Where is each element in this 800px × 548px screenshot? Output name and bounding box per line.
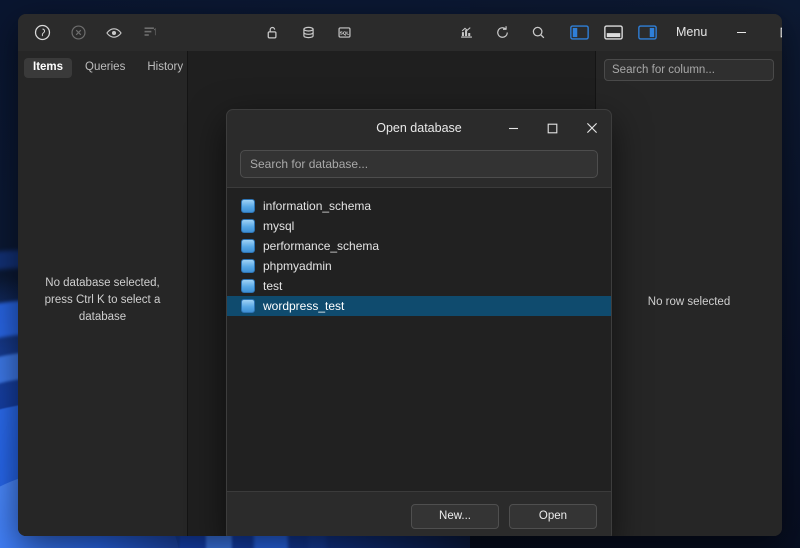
svg-text:SQL: SQL bbox=[339, 30, 349, 35]
disconnect-icon[interactable] bbox=[60, 18, 96, 48]
database-name: test bbox=[263, 279, 283, 293]
database-icon bbox=[241, 219, 255, 233]
dialog-footer: New... Open bbox=[227, 492, 611, 536]
titlebar: SQL Menu bbox=[18, 14, 782, 51]
dialog-minimize-button[interactable] bbox=[494, 110, 533, 146]
menu-button[interactable]: Menu bbox=[664, 14, 719, 51]
new-database-button[interactable]: New... bbox=[411, 503, 499, 529]
app-logo-icon[interactable] bbox=[24, 18, 60, 48]
open-database-button[interactable]: Open bbox=[509, 503, 597, 529]
database-list-item[interactable]: test bbox=[227, 276, 611, 296]
application-window: SQL Menu Items Queries History No databa… bbox=[18, 14, 782, 536]
window-body: Items Queries History No database select… bbox=[18, 51, 782, 536]
window-maximize-button[interactable] bbox=[763, 14, 782, 51]
left-sidebar: Items Queries History No database select… bbox=[18, 51, 188, 536]
sort-icon[interactable] bbox=[132, 18, 168, 48]
database-icon bbox=[241, 199, 255, 213]
toggle-bottom-panel-icon[interactable] bbox=[598, 20, 628, 46]
dialog-maximize-button[interactable] bbox=[533, 110, 572, 146]
database-icon bbox=[241, 259, 255, 273]
search-icon[interactable] bbox=[520, 18, 556, 48]
dialog-search-wrapper bbox=[227, 146, 611, 187]
database-icon[interactable] bbox=[290, 18, 326, 48]
database-name: information_schema bbox=[263, 199, 372, 213]
dialog-titlebar: Open database bbox=[227, 110, 611, 146]
database-name: phpmyadmin bbox=[263, 259, 332, 273]
open-database-dialog: Open database Search for database... inf… bbox=[226, 109, 612, 536]
chart-icon[interactable] bbox=[448, 18, 484, 48]
database-list-item[interactable]: performance_schema bbox=[227, 236, 611, 256]
window-minimize-button[interactable] bbox=[719, 14, 763, 51]
desktop: SQL Menu Items Queries History No databa… bbox=[0, 0, 800, 548]
database-list-item[interactable]: mysql bbox=[227, 216, 611, 236]
database-list[interactable]: information_schema mysql performance_sch… bbox=[227, 187, 611, 492]
refresh-icon[interactable] bbox=[484, 18, 520, 48]
dialog-close-button[interactable] bbox=[572, 110, 611, 146]
eye-icon[interactable] bbox=[96, 18, 132, 48]
right-panel-empty-message: No row selected bbox=[647, 295, 731, 308]
database-icon bbox=[241, 299, 255, 313]
sidebar-empty-message: No database selected, press Ctrl K to se… bbox=[44, 277, 161, 323]
titlebar-right-group: Menu bbox=[664, 14, 782, 51]
database-list-item[interactable]: phpmyadmin bbox=[227, 256, 611, 276]
database-list-item-selected[interactable]: wordpress_test bbox=[227, 296, 611, 316]
toggle-left-panel-icon[interactable] bbox=[564, 20, 594, 46]
database-name: wordpress_test bbox=[263, 299, 345, 313]
database-list-item[interactable]: information_schema bbox=[227, 196, 611, 216]
lock-open-icon[interactable] bbox=[254, 18, 290, 48]
database-name: performance_schema bbox=[263, 239, 380, 253]
sql-icon[interactable]: SQL bbox=[326, 18, 362, 48]
dialog-window-controls bbox=[494, 110, 611, 146]
toolbar-left-group: SQL bbox=[18, 18, 664, 48]
toggle-right-panel-icon[interactable] bbox=[632, 20, 662, 46]
database-icon bbox=[241, 279, 255, 293]
search-database-input[interactable] bbox=[240, 150, 598, 178]
right-sidebar: No row selected bbox=[595, 51, 782, 536]
database-name: mysql bbox=[263, 219, 295, 233]
database-icon bbox=[241, 239, 255, 253]
